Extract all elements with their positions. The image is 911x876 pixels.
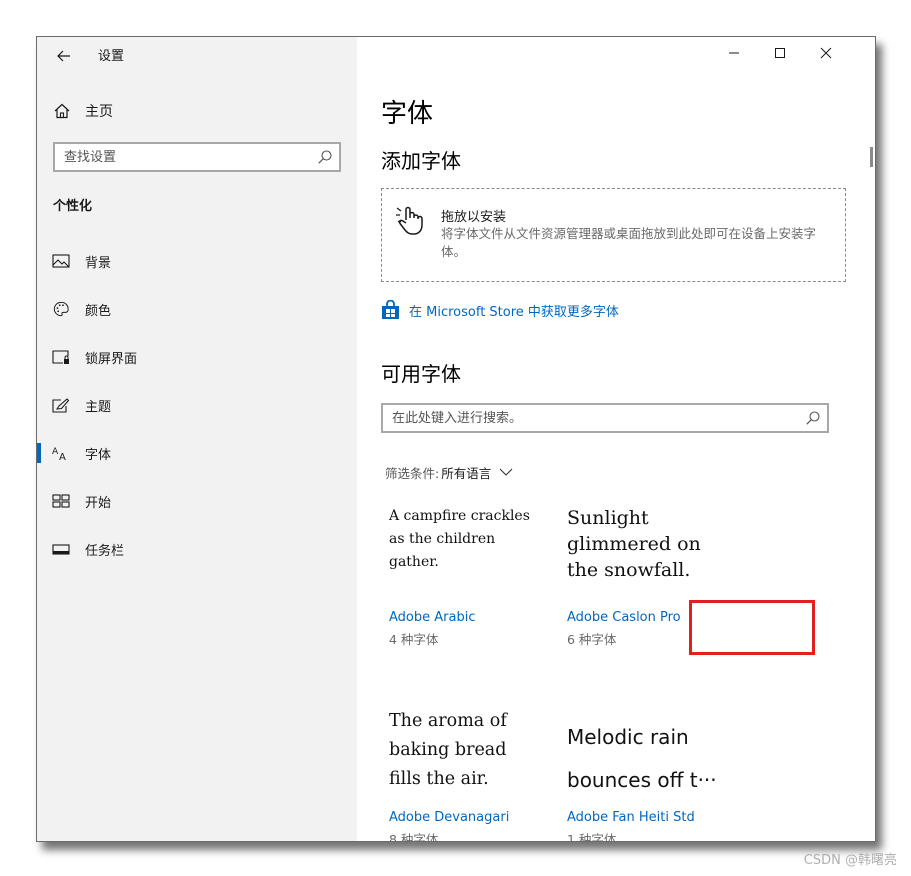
available-fonts-heading: 可用字体: [381, 362, 461, 386]
sidebar-item-label: 字体: [85, 448, 112, 463]
font-card-adobe-arabic[interactable]: A campfire crackles as the children gath…: [389, 505, 559, 690]
microsoft-store-link[interactable]: 在 Microsoft Store 中获取更多字体: [381, 298, 619, 322]
sidebar-item-colors[interactable]: 颜色: [37, 291, 357, 327]
settings-search-input[interactable]: [64, 145, 304, 169]
font-card-adobe-devanagari[interactable]: The aroma of baking bread fills the air.…: [389, 709, 559, 842]
sidebar-item-label: 主页: [85, 104, 113, 120]
font-sample-text: A campfire crackles as the children gath…: [389, 508, 530, 570]
sidebar-item-lock-screen[interactable]: 锁屏界面: [37, 339, 357, 375]
maximize-button[interactable]: [757, 37, 803, 69]
filter-label: 筛选条件:: [385, 465, 440, 481]
font-sample-text: Melodic rain bounces off t···: [567, 725, 717, 792]
palette-icon: [53, 301, 69, 317]
theme-icon: [52, 398, 70, 413]
font-count: 1 种字体: [567, 832, 617, 842]
image-icon: [52, 254, 70, 268]
chevron-down-icon: [499, 468, 513, 476]
lock-screen-icon: [52, 350, 69, 364]
settings-window: 设置 主页 个性化 背景 颜色 锁屏界面 主题 AA 字体: [36, 36, 876, 842]
back-button[interactable]: [51, 43, 77, 69]
sidebar-item-label: 主题: [85, 400, 112, 415]
font-name: Adobe Arabic: [389, 610, 476, 625]
close-button[interactable]: [803, 37, 849, 69]
close-icon: [820, 47, 832, 59]
minimize-button[interactable]: [711, 37, 757, 69]
back-arrow-icon: [57, 50, 70, 62]
store-bag-icon: [382, 300, 399, 319]
watermark: CSDN @韩曙亮: [803, 853, 897, 868]
app-title: 设置: [98, 49, 125, 64]
font-icon: AA: [52, 447, 66, 461]
scrollbar-thumb[interactable]: [870, 147, 873, 167]
font-card-adobe-caslon-pro[interactable]: Sunlight glimmered on the snowfall. Adob…: [567, 505, 737, 690]
minimize-icon: [729, 52, 739, 54]
svg-text:A: A: [52, 447, 59, 457]
sidebar-item-label: 开始: [85, 496, 112, 511]
font-sample-text: Sunlight glimmered on the snowfall.: [567, 507, 701, 581]
font-card-adobe-fan-heiti-std[interactable]: Melodic rain bounces off t··· Adobe Fan …: [567, 709, 737, 842]
drag-hand-icon: [396, 206, 423, 235]
sidebar-item-themes[interactable]: 主题: [37, 387, 357, 423]
font-search-box: [381, 403, 829, 433]
font-search-input[interactable]: [392, 406, 792, 430]
font-name: Adobe Fan Heiti Std: [567, 810, 695, 825]
font-drop-zone[interactable]: 拖放以安装 将字体文件从文件资源管理器或桌面拖放到此处即可在设备上安装字体。: [381, 188, 846, 282]
font-name: Adobe Devanagari: [389, 810, 510, 825]
font-sample-text: The aroma of baking bread fills the air.: [389, 711, 507, 789]
font-count: 6 种字体: [567, 632, 617, 647]
page-title: 字体: [381, 99, 434, 129]
sidebar-item-background[interactable]: 背景: [37, 243, 357, 279]
sidebar-item-label: 颜色: [85, 304, 112, 319]
taskbar-icon: [52, 544, 70, 555]
search-icon[interactable]: [805, 410, 821, 426]
sidebar-item-home[interactable]: 主页: [37, 95, 357, 125]
font-count: 4 种字体: [389, 632, 439, 647]
store-link-text: 在 Microsoft Store 中获取更多字体: [409, 304, 619, 320]
sidebar-item-start[interactable]: 开始: [37, 483, 357, 519]
sidebar-item-label: 锁屏界面: [85, 352, 138, 367]
start-icon: [52, 494, 70, 508]
sidebar-item-label: 任务栏: [85, 544, 125, 559]
main-panel: 字体 添加字体 拖放以安装 将字体文件从文件资源管理器或桌面拖放到此处即可在设备…: [357, 37, 875, 841]
home-icon: [54, 103, 70, 119]
sidebar: 设置 主页 个性化 背景 颜色 锁屏界面 主题 AA 字体: [37, 37, 357, 841]
font-name: Adobe Caslon Pro: [567, 610, 681, 625]
search-icon[interactable]: [317, 149, 333, 165]
sidebar-item-fonts[interactable]: AA 字体: [37, 435, 357, 471]
sidebar-search-box: [53, 142, 341, 172]
filter-value: 所有语言: [441, 465, 492, 481]
add-fonts-heading: 添加字体: [381, 149, 461, 173]
font-count: 8 种字体: [389, 832, 439, 842]
maximize-icon: [775, 48, 785, 58]
sidebar-item-taskbar[interactable]: 任务栏: [37, 531, 357, 567]
language-filter[interactable]: 筛选条件: 所有语言: [385, 462, 513, 482]
drop-zone-description: 将字体文件从文件资源管理器或桌面拖放到此处即可在设备上安装字体。: [441, 226, 817, 259]
section-title: 个性化: [53, 199, 93, 214]
sidebar-item-label: 背景: [85, 256, 112, 271]
svg-text:A: A: [59, 452, 66, 461]
drop-zone-title: 拖放以安装: [441, 210, 507, 225]
